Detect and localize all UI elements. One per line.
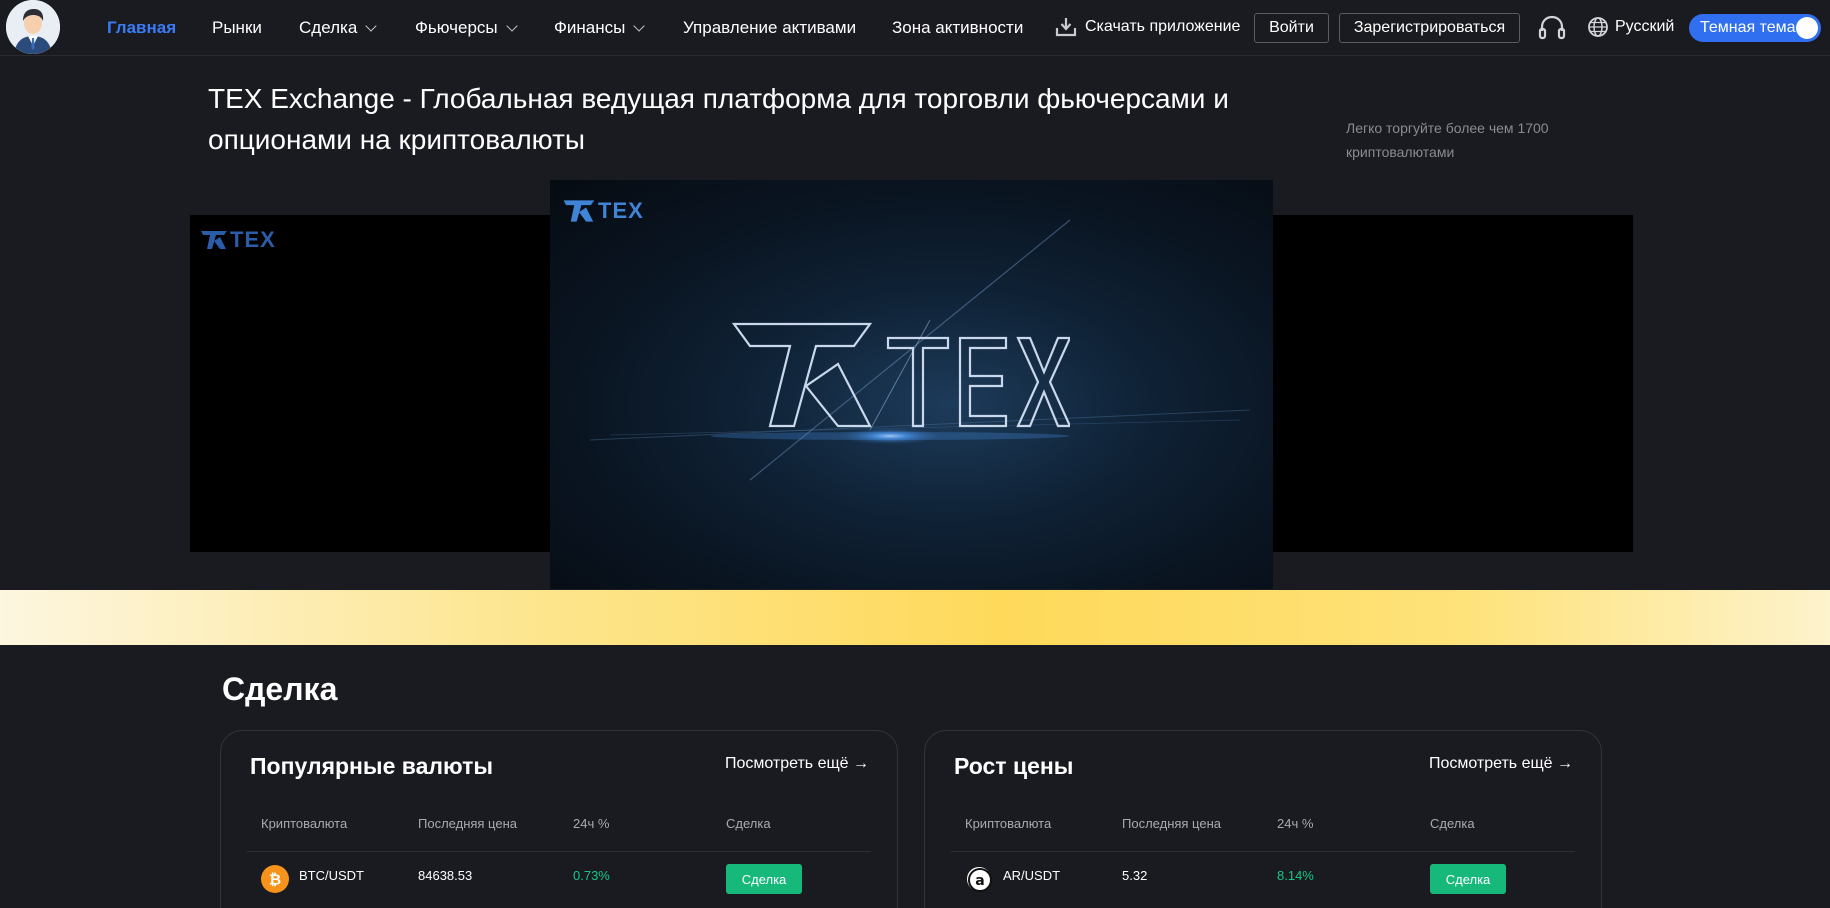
trade-button[interactable]: Сделка	[1430, 864, 1506, 894]
col-header-trade: Сделка	[726, 816, 771, 831]
popular-currencies-card: Популярные валюты Посмотреть ещё → Крипт…	[220, 730, 898, 908]
nav-trade[interactable]: Сделка	[299, 18, 377, 38]
col-header-currency: Криптовалюта	[261, 816, 348, 831]
nav-futures[interactable]: Фьючерсы	[415, 18, 518, 38]
last-price: 5.32	[1122, 868, 1148, 883]
col-header-24h-change: 24ч %	[1277, 816, 1314, 831]
dark-theme-toggle[interactable]: Темная тема	[1689, 14, 1821, 42]
banner-slide-main[interactable]: TEX	[550, 180, 1273, 589]
support-headset-icon[interactable]	[1538, 15, 1566, 46]
header-divider	[951, 851, 1575, 852]
nav-home[interactable]: Главная	[107, 18, 176, 38]
col-header-trade: Сделка	[1430, 816, 1475, 831]
svg-text:a: a	[975, 873, 984, 889]
view-more-link[interactable]: Посмотреть ещё →	[725, 755, 869, 773]
col-header-24h-change: 24ч %	[573, 816, 610, 831]
user-avatar[interactable]	[6, 0, 60, 54]
arrow-right-icon: →	[1557, 755, 1573, 772]
col-header-last-price: Последняя цена	[418, 816, 517, 831]
download-icon	[1055, 18, 1077, 37]
pair-name: AR/USDT	[1003, 868, 1061, 883]
chevron-down-icon	[505, 20, 518, 32]
nav-markets[interactable]: Рынки	[212, 18, 262, 38]
login-button[interactable]: Войти	[1254, 13, 1329, 43]
globe-icon	[1588, 17, 1608, 37]
top-navbar: Главная Рынки Сделка Фьючерсы Финансы Уп…	[0, 0, 1830, 56]
card-title: Рост цены	[954, 753, 1074, 779]
tex-logo: TEX	[200, 227, 276, 253]
header-divider	[247, 851, 871, 852]
chevron-down-icon	[633, 20, 646, 32]
chevron-down-icon	[365, 20, 377, 32]
trade-button[interactable]: Сделка	[726, 864, 802, 894]
col-header-last-price: Последняя цена	[1122, 816, 1221, 831]
register-button[interactable]: Зарегистрироваться	[1339, 13, 1520, 43]
card-title: Популярные валюты	[250, 753, 493, 779]
arrow-right-icon: →	[853, 755, 869, 772]
tex-big-logo	[730, 320, 1072, 445]
nav-finance[interactable]: Финансы	[554, 18, 646, 38]
pair-name: BTC/USDT	[299, 868, 364, 883]
promo-strip	[0, 590, 1830, 645]
svg-text:₿: ₿	[269, 871, 281, 889]
section-title: Сделка	[222, 671, 338, 707]
change-24h: 8.14%	[1277, 868, 1314, 883]
arweave-icon: a	[965, 865, 993, 893]
download-app-link[interactable]: Скачать приложение	[1055, 14, 1240, 40]
price-growth-card: Рост цены Посмотреть ещё → Криптовалюта …	[924, 730, 1602, 908]
banner-slide-right[interactable]	[1273, 215, 1633, 552]
tex-logo: TEX	[562, 198, 644, 224]
banner-slide-left[interactable]: TEX	[190, 215, 550, 552]
nav-activity-zone[interactable]: Зона активности	[892, 18, 1023, 38]
language-selector[interactable]: Русский	[1587, 16, 1674, 38]
change-24h: 0.73%	[573, 868, 610, 883]
bitcoin-icon: ₿	[261, 865, 289, 893]
hero-title: TEX Exchange - Глобальная ведущая платфо…	[208, 83, 1229, 155]
col-header-currency: Криптовалюта	[965, 816, 1052, 831]
nav-asset-management[interactable]: Управление активами	[683, 18, 856, 38]
last-price: 84638.53	[418, 868, 473, 883]
hero-subtitle: Легко торгуйте более чем 1700 криптовалю…	[1346, 120, 1549, 160]
toggle-knob	[1796, 17, 1818, 39]
view-more-link[interactable]: Посмотреть ещё →	[1429, 755, 1573, 773]
